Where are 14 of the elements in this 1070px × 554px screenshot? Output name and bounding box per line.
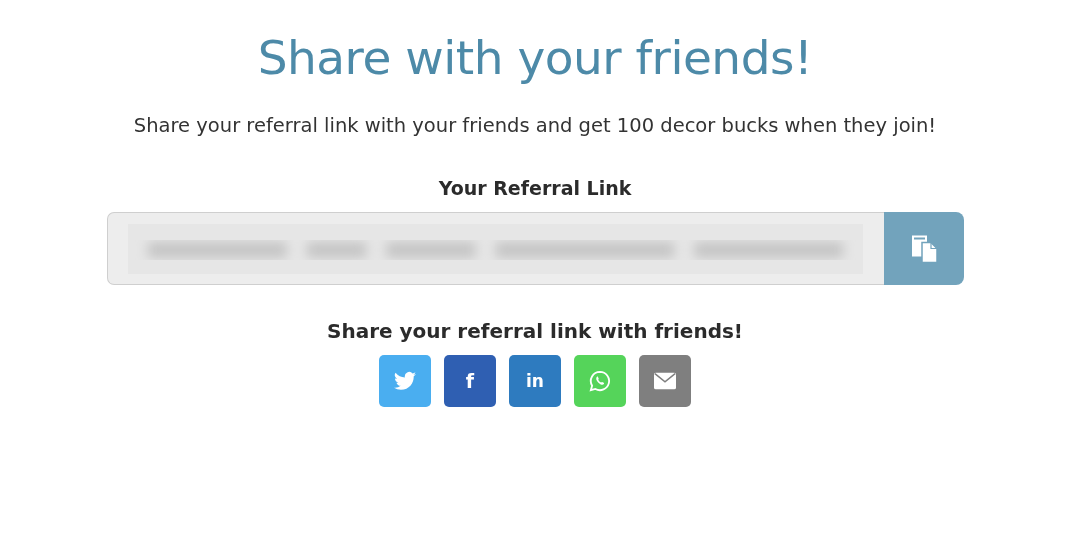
whatsapp-button[interactable] [574,355,626,407]
copy-button[interactable] [883,212,964,285]
facebook-button[interactable]: f [444,355,496,407]
email-button[interactable] [639,355,691,407]
field-label: Your Referral Link [438,177,632,199]
intro-text: Share your referral link with your friends and get 100 decor bucks when they join! [132,113,938,139]
link-field[interactable] [106,212,884,285]
envelope-icon [654,370,676,392]
bird-icon [394,370,416,392]
page-title: Share with your friends! [257,29,813,87]
twitter-button[interactable] [379,355,431,407]
share-heading: Share your referral link with friends! [327,319,743,343]
linkedin-button[interactable]: in [509,355,561,407]
chat-bubble-icon [589,370,611,392]
